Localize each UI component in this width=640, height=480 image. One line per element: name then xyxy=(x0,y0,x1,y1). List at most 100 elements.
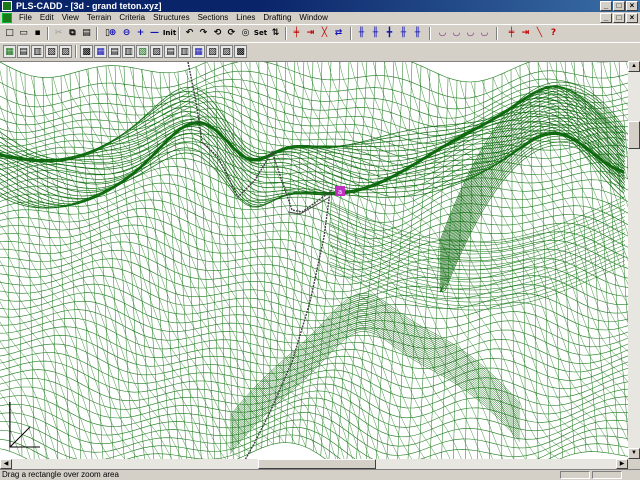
init-button[interactable]: Init xyxy=(162,27,177,40)
menu-view[interactable]: View xyxy=(58,12,83,24)
menu-sections[interactable]: Sections xyxy=(194,12,233,24)
scroll-down-button[interactable]: ▼ xyxy=(628,448,640,459)
line-delete-icon[interactable]: ╲ xyxy=(533,27,546,40)
terrain-icon[interactable]: ▧ xyxy=(136,45,149,58)
document-icon[interactable] xyxy=(2,13,12,23)
zoom-in-icon[interactable]: ⊕ xyxy=(106,27,119,40)
scroll-left-button[interactable]: ◀ xyxy=(0,459,12,469)
menu-terrain[interactable]: Terrain xyxy=(83,12,115,24)
vertical-scroll-thumb[interactable] xyxy=(628,121,640,149)
menu-structures[interactable]: Structures xyxy=(149,12,193,24)
structure-move-icon[interactable]: ⇥ xyxy=(304,27,317,40)
section-move-icon[interactable]: ╫ xyxy=(397,27,410,40)
line-query-icon[interactable]: ? xyxy=(547,27,560,40)
arrange-icon[interactable]: ▤ xyxy=(108,45,121,58)
status-message: Drag a rectangle over zoom area xyxy=(2,470,119,479)
status-pane xyxy=(592,471,622,479)
rotate-up-icon[interactable]: ⟲ xyxy=(211,27,224,40)
line-add-icon[interactable]: ╪ xyxy=(505,27,518,40)
section-add-icon[interactable]: ╫ xyxy=(355,27,368,40)
doc-close-button[interactable]: × xyxy=(626,13,638,23)
view-sheet-icon[interactable]: ▧ xyxy=(45,45,58,58)
minimize-button[interactable]: _ xyxy=(600,1,612,11)
toolbar-separator xyxy=(350,27,352,40)
structure-marker[interactable]: a xyxy=(335,186,345,196)
paste-icon[interactable]: ▤ xyxy=(80,27,93,40)
print-preview-icon[interactable]: ▨ xyxy=(220,45,233,58)
toolbar-separator xyxy=(75,45,77,58)
view-table-icon[interactable]: ▨ xyxy=(59,45,72,58)
full-extent-icon[interactable]: — xyxy=(148,27,161,40)
maximize-button[interactable]: □ xyxy=(613,1,625,11)
menu-window[interactable]: Window xyxy=(295,12,331,24)
section-delete-icon[interactable]: ╫ xyxy=(411,27,424,40)
rotate-down-icon[interactable]: ⟳ xyxy=(225,27,238,40)
view-3d-icon[interactable]: ▦ xyxy=(3,45,16,58)
terrain-mesh[interactable]: a xyxy=(0,62,628,459)
toolbar-separator xyxy=(496,27,498,40)
menu-lines[interactable]: Lines xyxy=(232,12,259,24)
sag-tension-icon[interactable]: ◡ xyxy=(450,27,463,40)
menu-edit[interactable]: Edit xyxy=(36,12,58,24)
menu-criteria[interactable]: Criteria xyxy=(115,12,149,24)
pan-icon[interactable]: + xyxy=(134,27,147,40)
svg-text:a: a xyxy=(338,188,342,196)
properties-icon[interactable]: ▧ xyxy=(206,45,219,58)
section-edit-icon[interactable]: ╫ xyxy=(369,27,382,40)
structure-list-icon[interactable]: ▨ xyxy=(150,45,163,58)
toolbar-separator xyxy=(285,27,287,40)
status-bar: Drag a rectangle over zoom area xyxy=(0,469,640,480)
graph-icon[interactable]: ▥ xyxy=(178,45,191,58)
view-profile-icon[interactable]: ▥ xyxy=(31,45,44,58)
toolbar-separator xyxy=(47,27,49,40)
scroll-up-button[interactable]: ▲ xyxy=(628,61,640,72)
set-button[interactable]: Set xyxy=(253,27,268,40)
cascade-icon[interactable]: ▦ xyxy=(94,45,107,58)
copy-icon[interactable]: ⧉ xyxy=(66,27,79,40)
menu-file[interactable]: File xyxy=(15,12,36,24)
open-icon[interactable]: ▭ xyxy=(17,27,30,40)
main-toolbar: □ ▭ ▪ ✂ ⧉ ▤ ▯ ⊕ ⊖ + — Init ↶ ↷ ⟲ ⟳ ◎ Set… xyxy=(0,24,640,42)
status-pane xyxy=(560,471,590,479)
window-controls: _ □ × xyxy=(600,1,638,11)
section-query-icon[interactable]: ╋ xyxy=(383,27,396,40)
app-icon[interactable] xyxy=(2,1,12,11)
horizontal-scroll-thumb[interactable] xyxy=(258,459,376,469)
view-toolbar: ▦ ▤ ▥ ▧ ▨ ▩ ▦ ▤ ▥ ▧ ▨ ▤ ▥ ▦ ▧ ▨ ▩ xyxy=(0,42,640,60)
doc-minimize-button[interactable]: _ xyxy=(600,13,612,23)
sag-icon[interactable]: ◡ xyxy=(436,27,449,40)
view-settings-icon[interactable]: ⇅ xyxy=(269,27,282,40)
line-move-icon[interactable]: ⇥ xyxy=(519,27,532,40)
scroll-right-button[interactable]: ▶ xyxy=(616,459,628,469)
terrain-3d-view[interactable]: a xyxy=(0,61,628,459)
cut-icon[interactable]: ✂ xyxy=(52,27,65,40)
print-icon[interactable]: ▩ xyxy=(234,45,247,58)
save-icon[interactable]: ▪ xyxy=(31,27,44,40)
report-icon[interactable]: ▤ xyxy=(164,45,177,58)
structure-add-icon[interactable]: ╪ xyxy=(290,27,303,40)
menu-bar: File Edit View Terrain Criteria Structur… xyxy=(0,12,640,24)
rotate-left-icon[interactable]: ↶ xyxy=(183,27,196,40)
structure-delete-icon[interactable]: ╳ xyxy=(318,27,331,40)
vertical-scrollbar[interactable]: ▲ ▼ xyxy=(628,61,640,459)
window-list-icon[interactable]: ▥ xyxy=(122,45,135,58)
sag-check-icon[interactable]: ◡ xyxy=(478,27,491,40)
toolbar-separator xyxy=(96,27,98,40)
window-title: PLS-CADD - [3d - grand teton.xyz] xyxy=(16,1,162,11)
zoom-out-icon[interactable]: ⊖ xyxy=(120,27,133,40)
structure-edit-icon[interactable]: ⇄ xyxy=(332,27,345,40)
menu-drafting[interactable]: Drafting xyxy=(259,12,295,24)
view-plan-icon[interactable]: ▤ xyxy=(17,45,30,58)
settings-icon[interactable]: ▦ xyxy=(192,45,205,58)
toolbar-separator xyxy=(429,27,431,40)
title-bar: PLS-CADD - [3d - grand teton.xyz] _ □ × xyxy=(0,0,640,12)
orbit-icon[interactable]: ◎ xyxy=(239,27,252,40)
new-icon[interactable]: □ xyxy=(3,27,16,40)
sag-clearance-icon[interactable]: ◡ xyxy=(464,27,477,40)
document-window-controls: _ □ × xyxy=(600,13,638,23)
doc-restore-button[interactable]: □ xyxy=(613,13,625,23)
horizontal-scrollbar[interactable]: ◀ ▶ xyxy=(0,459,628,469)
close-button[interactable]: × xyxy=(626,1,638,11)
tile-icon[interactable]: ▩ xyxy=(80,45,93,58)
rotate-right-icon[interactable]: ↷ xyxy=(197,27,210,40)
